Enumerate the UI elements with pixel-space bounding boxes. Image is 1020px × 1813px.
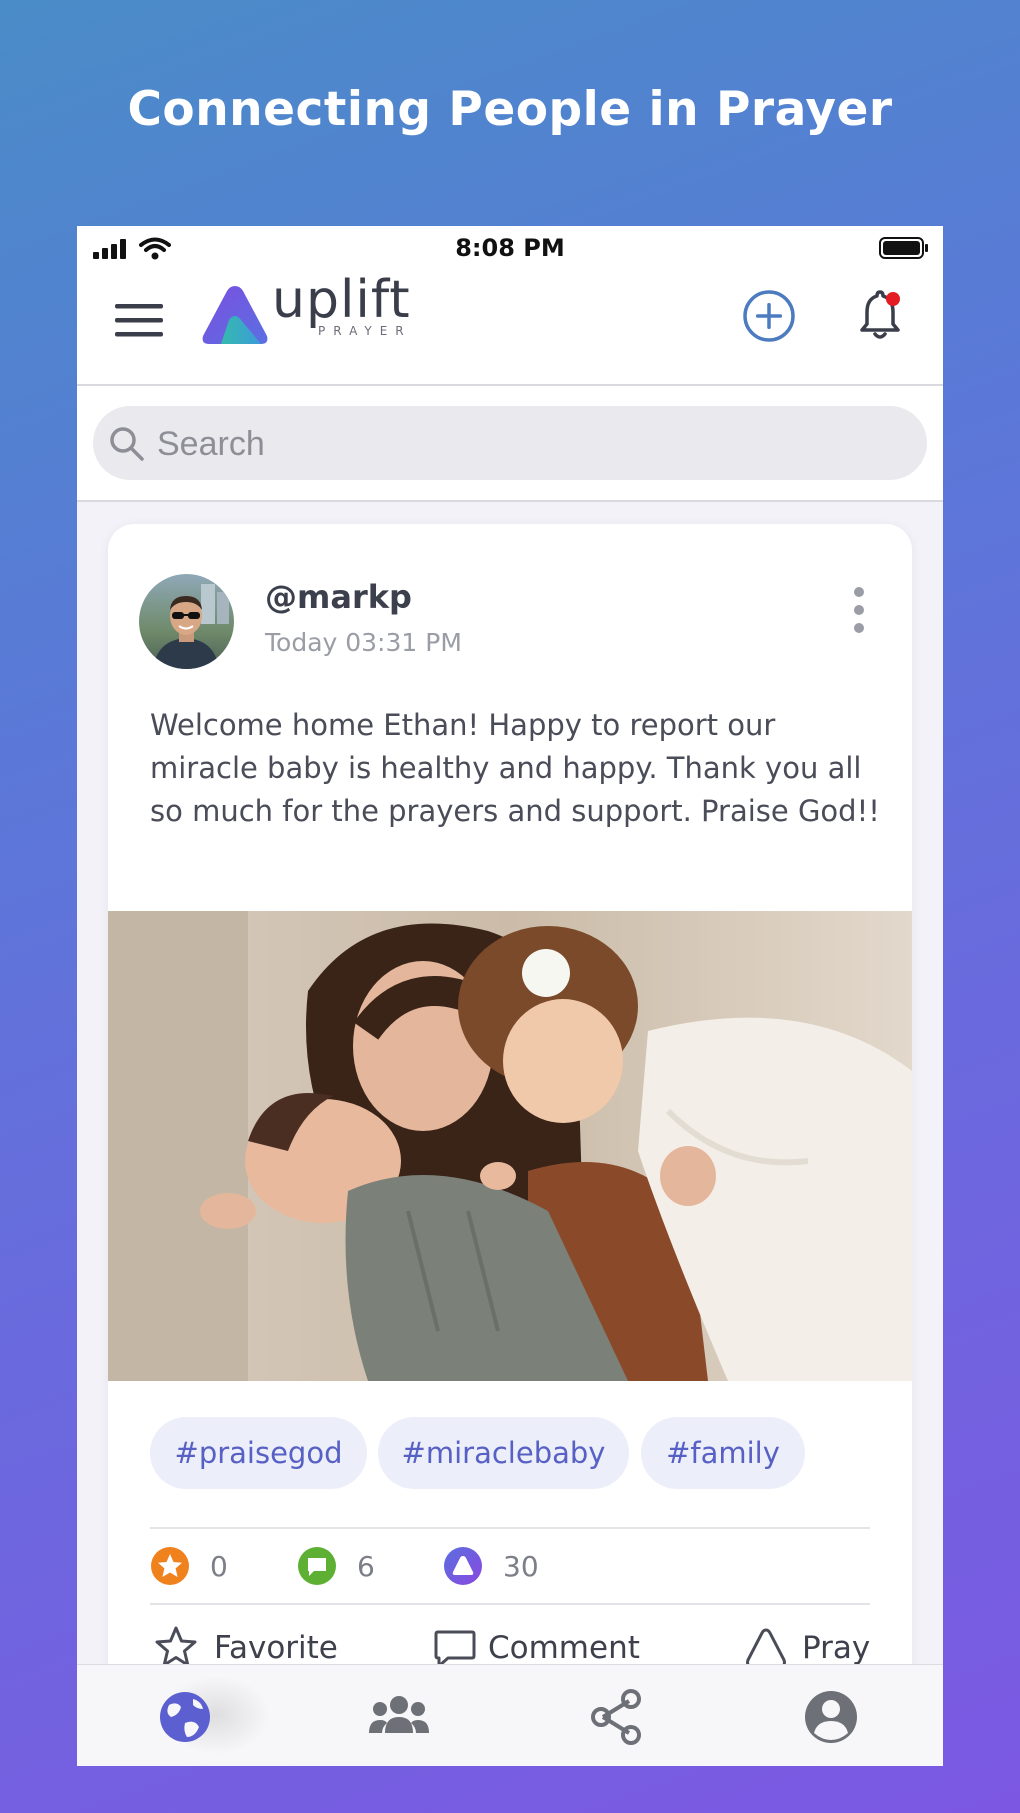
comments-stat: 6 — [297, 1546, 417, 1586]
post-username[interactable]: @markp — [265, 578, 412, 616]
tag-praisegod[interactable]: #praisegod — [150, 1417, 367, 1489]
battery-icon — [879, 237, 928, 259]
prayers-count: 30 — [503, 1550, 539, 1583]
profile-icon[interactable] — [799, 1687, 863, 1747]
app-header: uplift PRAYER — [77, 270, 943, 386]
globe-icon[interactable] — [155, 1687, 219, 1747]
feed: @markp Today 03:31 PM Welcome home Ethan… — [77, 502, 943, 1766]
post-photo[interactable] — [108, 911, 912, 1381]
post-card: @markp Today 03:31 PM Welcome home Ethan… — [108, 524, 912, 1766]
divider — [150, 1603, 870, 1605]
status-time: 8:08 PM — [455, 234, 565, 262]
post-timestamp: Today 03:31 PM — [265, 628, 462, 657]
comment-badge-icon — [298, 1547, 336, 1585]
add-post-icon[interactable] — [741, 288, 797, 344]
more-options-icon[interactable] — [844, 584, 874, 636]
uplift-logo-icon — [202, 286, 268, 344]
tag-family[interactable]: #family — [641, 1417, 805, 1489]
pray-badge-icon — [444, 1547, 482, 1585]
favorite-label: Favorite — [214, 1630, 338, 1666]
status-bar: 8:08 PM — [77, 226, 943, 270]
notification-bell-icon[interactable] — [855, 290, 905, 342]
bottom-navigation — [77, 1664, 943, 1766]
search-icon — [110, 427, 144, 461]
logo-subtitle: PRAYER — [318, 324, 412, 338]
favorites-count: 0 — [210, 1550, 228, 1583]
page-headline: Connecting People in Prayer — [127, 82, 893, 137]
prayers-stat: 30 — [443, 1546, 563, 1586]
logo-wordmark: uplift — [272, 270, 411, 330]
search-bar[interactable] — [93, 406, 927, 480]
avatar[interactable] — [139, 574, 234, 669]
people-icon[interactable] — [367, 1687, 431, 1747]
hamburger-menu-icon[interactable] — [115, 300, 163, 340]
comments-count: 6 — [357, 1550, 375, 1583]
share-icon[interactable] — [585, 1687, 649, 1747]
star-badge-icon — [151, 1547, 189, 1585]
comment-label: Comment — [488, 1630, 640, 1666]
favorites-stat: 0 — [150, 1546, 270, 1586]
divider — [150, 1527, 870, 1529]
search-section — [77, 386, 943, 502]
post-text: Welcome home Ethan! Happy to report our … — [150, 708, 880, 828]
pray-label: Pray — [802, 1630, 871, 1666]
phone-screen: 8:08 PM uplift PRAYER Search @markp Toda… — [77, 226, 943, 1766]
search-input[interactable] — [155, 416, 899, 472]
tag-miraclebaby[interactable]: #miraclebaby — [378, 1417, 629, 1489]
